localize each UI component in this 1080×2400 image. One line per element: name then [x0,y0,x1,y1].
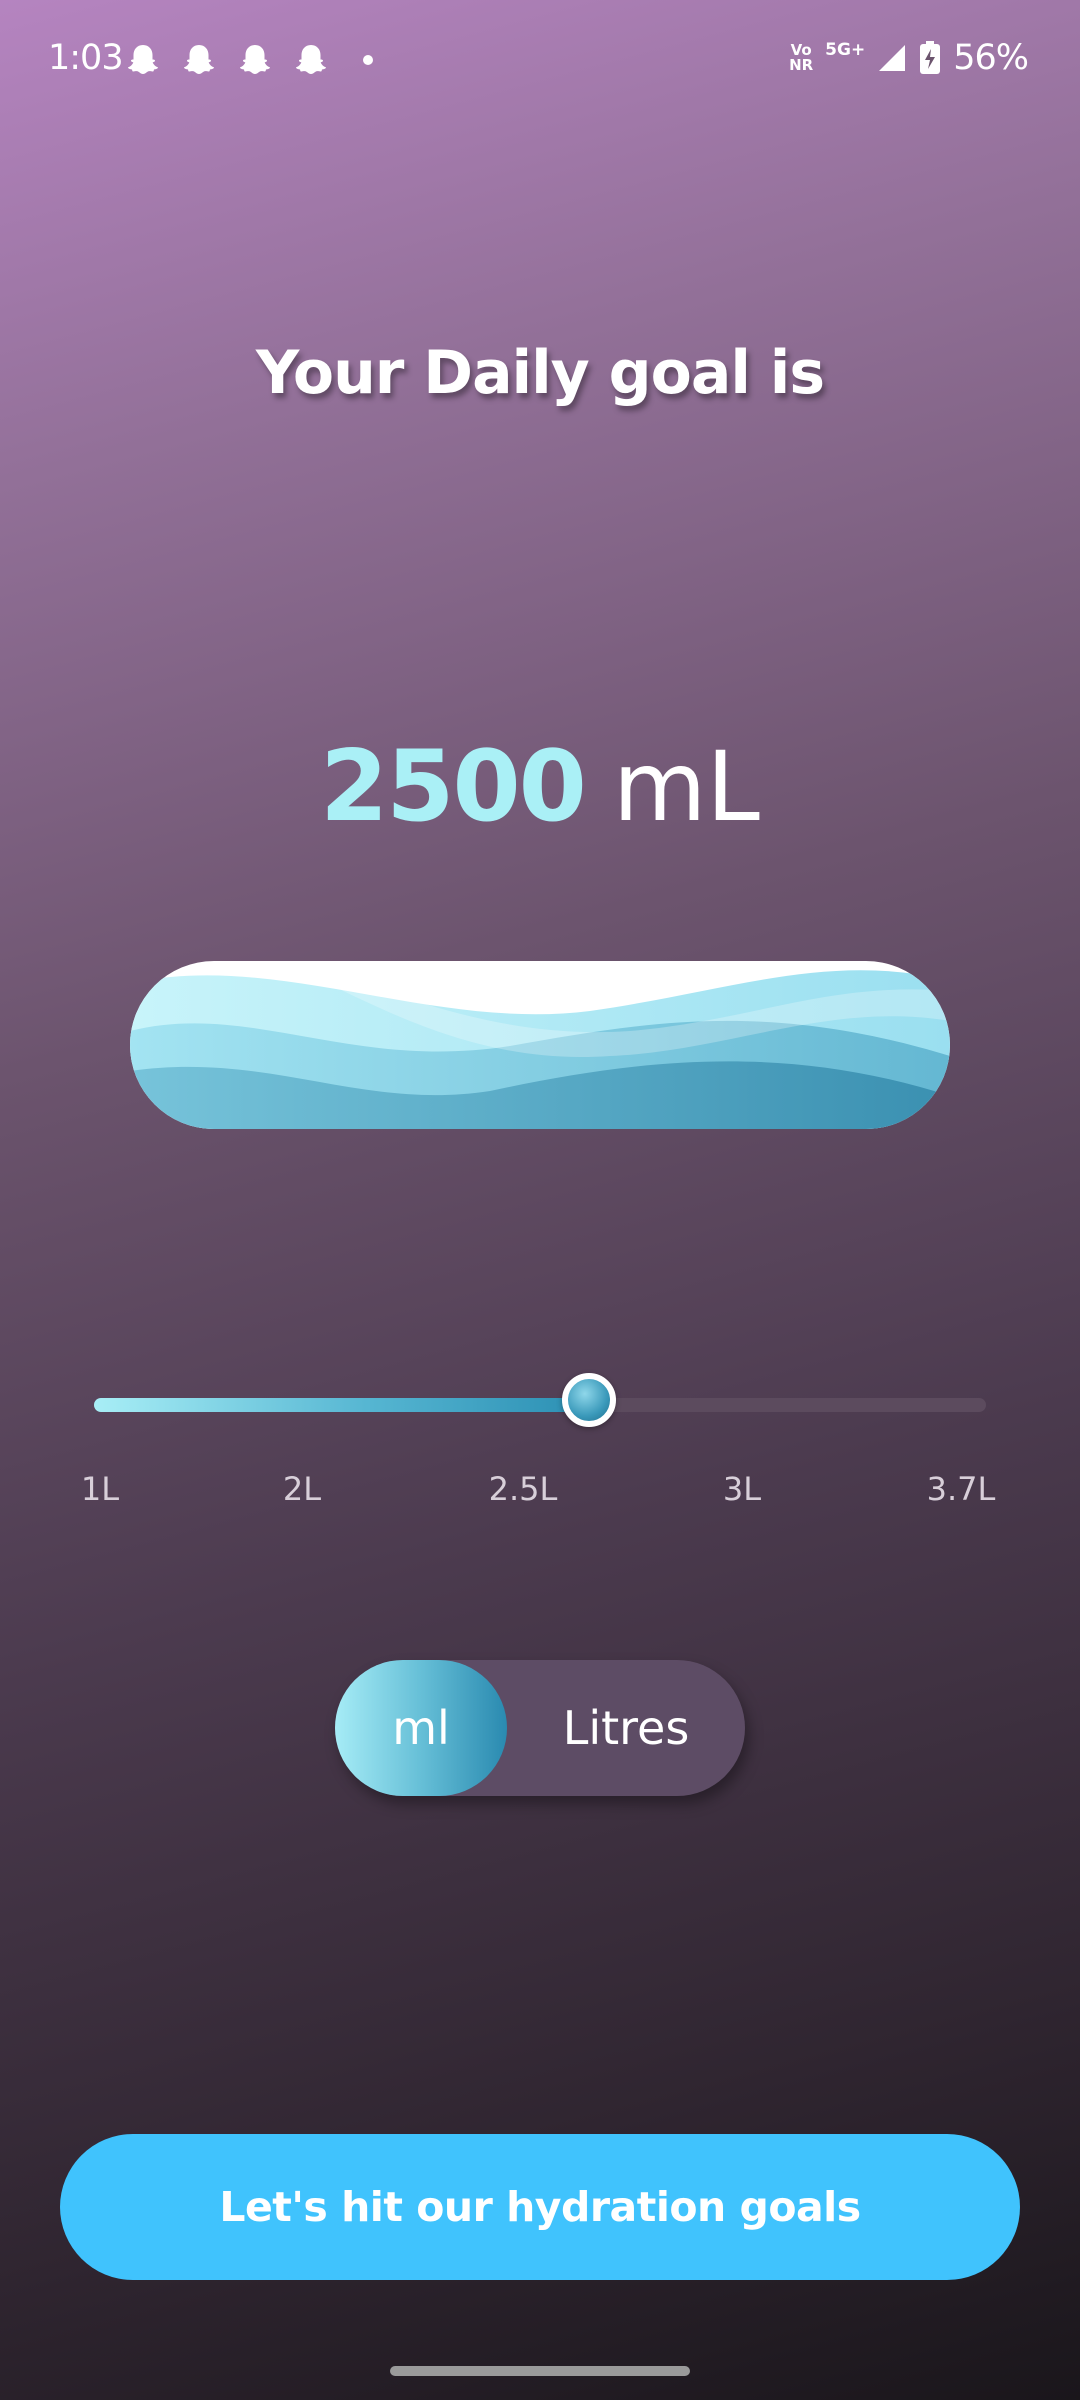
battery-percent: 56% [953,38,1029,78]
status-bar: 1:03 Vo NR 5G+ 56% [0,0,1080,125]
slider-label: 2L [282,1470,322,1508]
goal-slider[interactable] [94,1373,986,1427]
notification-icons [125,42,373,78]
network-type: 5G+ [825,40,866,60]
hydration-goals-button[interactable]: Let's hit our hydration goals [60,2134,1020,2280]
slider-thumb[interactable] [562,1373,617,1427]
snapchat-icon [240,45,270,74]
slider-fill [94,1398,590,1412]
status-indicators: Vo NR 5G+ 56% [789,38,1029,78]
water-wave-graphic [130,961,950,1129]
slider-label: 3L [722,1470,762,1508]
slider-labels: 1L 2L 2.5L 3L 3.7L [0,1470,1080,1510]
snapchat-icon [296,45,326,74]
unit-toggle[interactable]: ml Litres [335,1660,745,1796]
goal-value: 2500 [320,730,587,844]
toggle-option-ml[interactable]: ml [335,1660,507,1796]
toggle-option-litres[interactable]: Litres [507,1660,745,1796]
volte-line2: NR [789,56,814,74]
battery-icon [920,41,941,74]
goal-display: 2500 mL [0,730,1080,844]
slider-label: 2.5L [488,1470,558,1508]
snapchat-icon [128,45,158,74]
slider-label: 3.7L [926,1470,996,1508]
status-time: 1:03 [48,38,124,78]
goal-unit: mL [612,731,760,843]
home-indicator[interactable] [390,2366,690,2376]
page-title: Your Daily goal is [255,338,825,408]
signal-icon [879,45,906,71]
more-dot-icon [363,55,373,65]
slider-label: 1L [80,1470,120,1508]
snapchat-icon [184,45,214,74]
volte-indicator: Vo NR [789,43,813,73]
